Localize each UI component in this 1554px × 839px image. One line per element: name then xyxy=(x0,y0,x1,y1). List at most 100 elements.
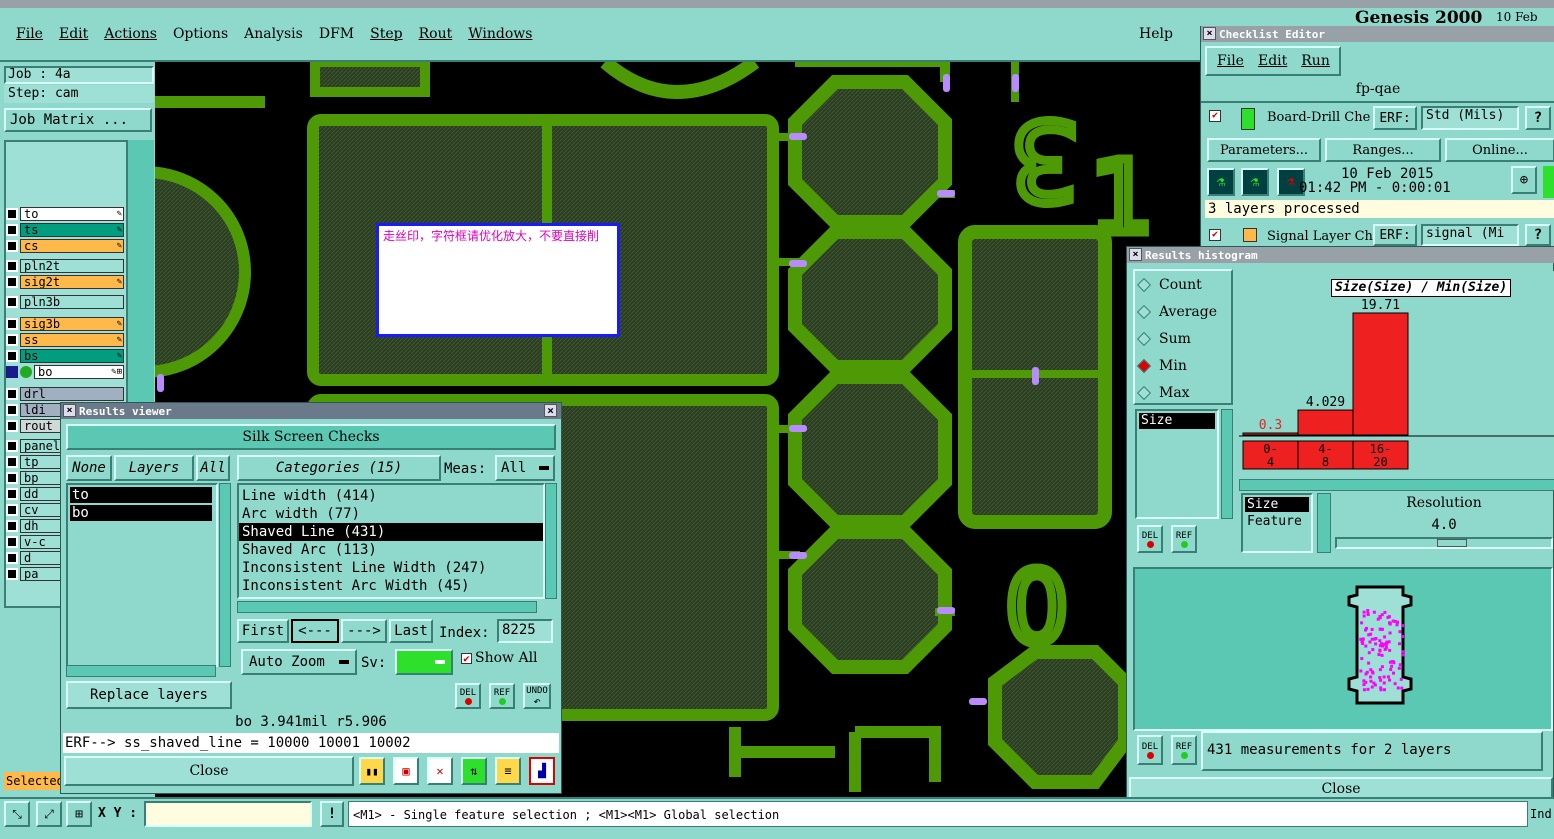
chart-hscroll[interactable] xyxy=(1239,479,1554,491)
size-list-scroll[interactable] xyxy=(1221,409,1233,519)
menu-analysis[interactable]: Analysis xyxy=(244,26,303,42)
radio-icon[interactable] xyxy=(1136,331,1152,346)
size-list[interactable]: Size xyxy=(1135,409,1219,519)
menu-step[interactable]: Step xyxy=(370,26,402,42)
layer-name[interactable]: sig2t xyxy=(20,274,124,289)
layer-name[interactable]: ss xyxy=(20,332,124,347)
tool-icon-4[interactable]: ⇅ xyxy=(461,757,487,785)
radio-icon[interactable] xyxy=(1136,304,1152,319)
histogram-bar[interactable] xyxy=(1242,432,1299,436)
index-input[interactable]: 8225 xyxy=(497,619,553,643)
categories-button[interactable]: Categories (15) xyxy=(237,455,441,481)
layer-row-ss[interactable]: ss ✎ xyxy=(6,332,124,347)
layer-row-drl[interactable]: drl xyxy=(6,386,124,401)
run-icon-1[interactable]: ⚗ xyxy=(1207,168,1235,196)
layer-row-pln2t[interactable]: pln2t xyxy=(6,258,124,273)
category-item[interactable]: Arc width (77) xyxy=(239,505,543,523)
tool-icon-5[interactable]: ≡ xyxy=(495,757,521,785)
row2-help-button[interactable]: ? xyxy=(1525,224,1551,246)
row2-name[interactable]: Signal Layer Ch xyxy=(1267,229,1373,244)
layer-list-hscroll[interactable] xyxy=(66,665,216,677)
layer-results-list[interactable]: to bo xyxy=(66,483,218,667)
row1-erf-value[interactable]: Std (Mils) xyxy=(1421,106,1519,130)
last-button[interactable]: Last xyxy=(389,619,433,643)
layer-checkbox[interactable] xyxy=(6,535,18,548)
zoom-area-icon[interactable]: ⤢ xyxy=(36,801,62,827)
window-menu-icon[interactable]: × xyxy=(1203,27,1216,40)
menu-edit[interactable]: Edit xyxy=(59,26,88,42)
preview-del-button[interactable]: DEL xyxy=(1137,735,1163,765)
alert-icon[interactable]: ! xyxy=(320,801,344,827)
layer-checkbox[interactable] xyxy=(6,471,18,484)
zoom-icon[interactable]: ⊕ xyxy=(1511,166,1537,194)
row1-name[interactable]: Board-Drill Che xyxy=(1267,110,1371,125)
menu-help[interactable]: Help xyxy=(1139,26,1173,42)
layer-checkbox[interactable] xyxy=(6,317,18,330)
menu-rout[interactable]: Rout xyxy=(419,26,453,42)
layer-checkbox[interactable] xyxy=(6,455,18,468)
row2-erf-value[interactable]: signal (Mi xyxy=(1421,224,1519,246)
meas-dropdown[interactable]: All xyxy=(495,455,555,481)
all-button[interactable]: All xyxy=(196,455,230,481)
histogram-bar[interactable] xyxy=(1297,409,1354,436)
size-feature-list[interactable]: Size Feature xyxy=(1241,493,1313,553)
radio-icon[interactable] xyxy=(1136,358,1152,373)
size-feature-scroll[interactable] xyxy=(1317,493,1331,553)
layer-checkbox[interactable] xyxy=(6,333,18,346)
del-button[interactable]: DEL xyxy=(455,683,481,709)
layer-checkbox[interactable] xyxy=(6,223,18,236)
job-matrix-button[interactable]: Job Matrix ... xyxy=(4,108,152,132)
window-menu-icon[interactable]: × xyxy=(1129,248,1142,261)
size-list-item[interactable]: Size xyxy=(1139,413,1215,429)
window-menu-icon[interactable]: × xyxy=(63,404,76,417)
hist-ref-button[interactable]: REF xyxy=(1171,525,1197,553)
menu-options[interactable]: Options xyxy=(173,26,228,42)
prev-button[interactable]: <--- xyxy=(291,619,339,643)
menu-dfm[interactable]: DFM xyxy=(319,26,354,42)
layer-name[interactable]: sig3b xyxy=(20,316,124,331)
histogram-icon[interactable]: ▟ xyxy=(529,757,555,785)
layer-checkbox[interactable] xyxy=(6,349,18,362)
layer-checkbox[interactable] xyxy=(6,503,18,516)
list-item[interactable]: to xyxy=(70,487,212,503)
grid-icon[interactable]: ⊞ xyxy=(66,801,92,827)
checklist-menu-edit[interactable]: Edit xyxy=(1258,53,1287,69)
row1-checkbox[interactable]: ✔ xyxy=(1209,110,1221,122)
layer-checkbox[interactable] xyxy=(6,487,18,500)
layer-checkbox[interactable] xyxy=(6,295,18,308)
layer-row-cs[interactable]: cs ✎ xyxy=(6,238,124,253)
severity-dropdown[interactable] xyxy=(395,649,453,675)
category-item[interactable]: Line width (414) xyxy=(239,487,543,505)
feature-item[interactable]: Feature xyxy=(1245,514,1309,529)
row2-checkbox[interactable]: ✔ xyxy=(1209,229,1221,241)
layer-checkbox[interactable] xyxy=(6,567,18,580)
layer-checkbox[interactable] xyxy=(6,387,18,400)
row2-erf-button[interactable]: ERF: xyxy=(1373,224,1417,246)
layer-checkbox[interactable] xyxy=(6,275,18,288)
option-min[interactable]: Min xyxy=(1135,352,1231,379)
auto-zoom-dropdown[interactable]: Auto Zoom xyxy=(241,649,357,675)
category-item[interactable]: Shaved Line (431) xyxy=(239,523,543,541)
layer-name[interactable]: pln3b xyxy=(20,294,124,309)
layer-name[interactable]: ts xyxy=(20,222,124,237)
histogram-bar[interactable] xyxy=(1352,312,1409,436)
layer-checkbox[interactable] xyxy=(6,403,18,416)
preview-ref-button[interactable]: REF xyxy=(1171,735,1197,765)
size-feature-item[interactable]: Size xyxy=(1245,497,1309,512)
layer-row-bs[interactable]: bs ✎ xyxy=(6,348,124,363)
tool-icon-3[interactable]: ✕ xyxy=(427,757,453,785)
online-button[interactable]: Online... xyxy=(1445,138,1554,162)
replace-layers-button[interactable]: Replace layers xyxy=(66,681,232,709)
category-hscroll[interactable] xyxy=(237,601,537,613)
layer-list-vscroll[interactable] xyxy=(219,483,231,667)
menu-file[interactable]: File xyxy=(16,26,43,42)
category-item[interactable]: Shaved Arc (113) xyxy=(239,541,543,559)
none-button[interactable]: None xyxy=(66,455,112,481)
show-all-checkbox[interactable]: ✔ xyxy=(461,653,472,664)
row1-erf-button[interactable]: ERF: xyxy=(1373,106,1417,130)
close-icon[interactable]: × xyxy=(544,404,557,417)
radio-icon[interactable] xyxy=(1136,385,1152,400)
undo-button[interactable]: UNDO ↶ xyxy=(523,683,551,709)
checklist-menu-file[interactable]: File xyxy=(1217,53,1244,69)
layer-checkbox[interactable] xyxy=(6,419,18,432)
